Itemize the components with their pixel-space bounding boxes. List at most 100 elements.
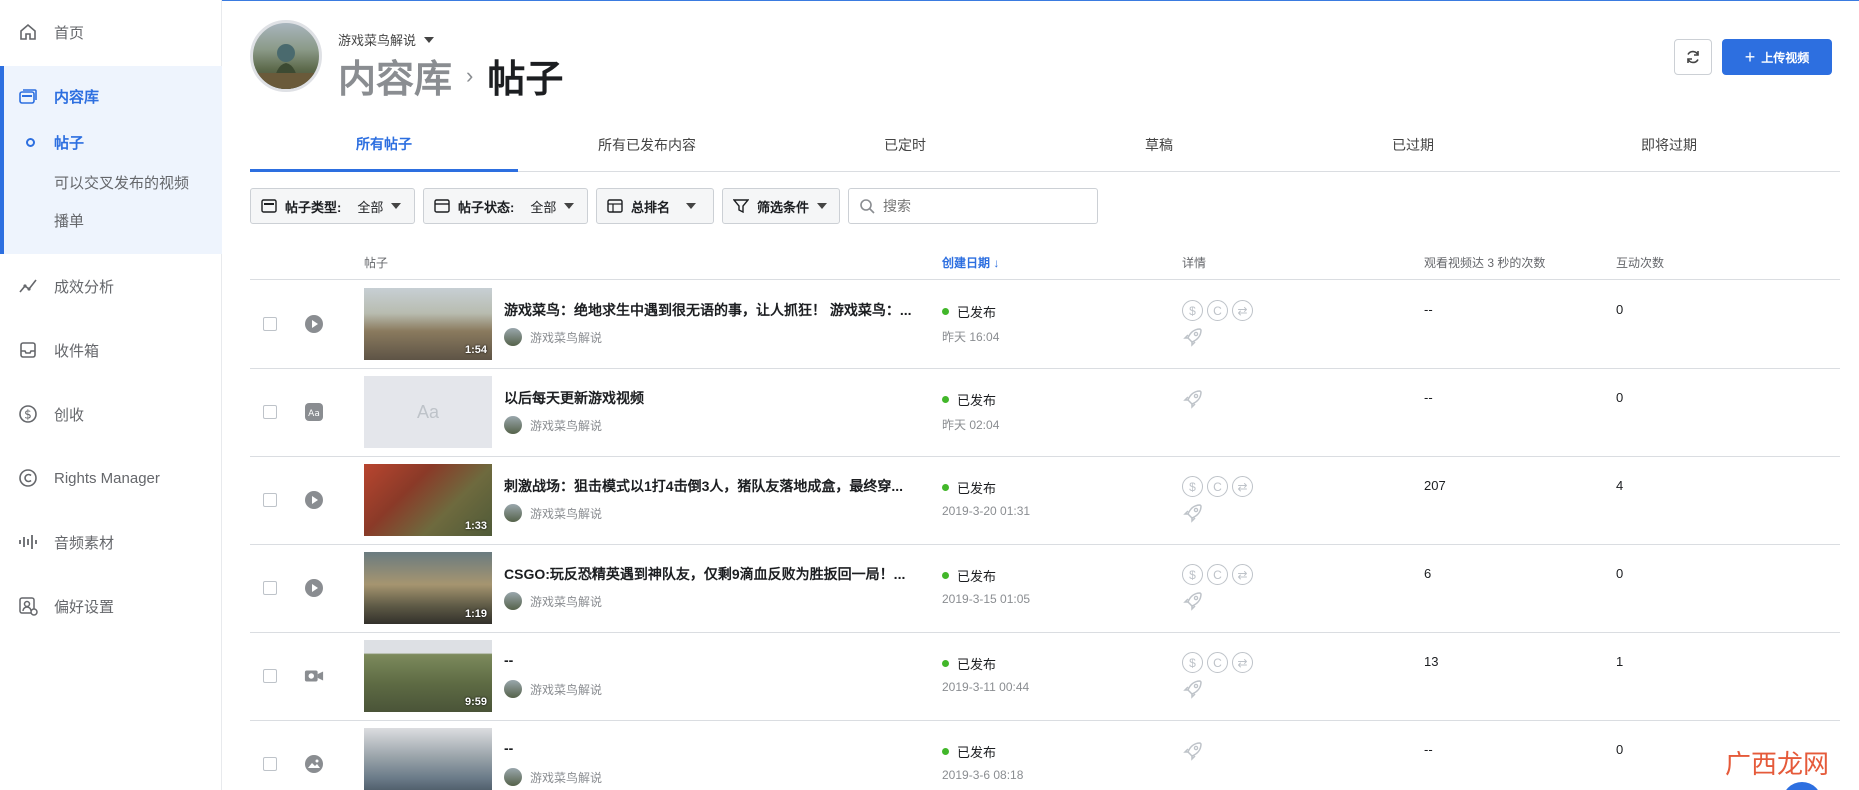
sidebar-item-content-library[interactable]: 内容库 (0, 76, 222, 116)
video-duration: 1:19 (464, 608, 487, 620)
row-checkbox[interactable] (263, 757, 277, 771)
post-title[interactable]: CSGO:玩反恐精英遇到神队友，仅剩9滴血反败为胜扳回一局！... (504, 564, 914, 584)
sidebar-item-home[interactable]: 首页 (0, 12, 222, 52)
post-status-label: 帖子状态: (458, 199, 515, 215)
breadcrumb-parent[interactable]: 内容库 (338, 48, 452, 103)
status-badge: 已发布 (942, 742, 996, 761)
page-name-selector[interactable]: 游戏菜鸟解说 (338, 30, 435, 49)
table-row[interactable]: 9:59 -- 游戏菜鸟解说 已发布 2019-3-11 00:44 $ C ⇄… (250, 632, 1840, 721)
boost-rocket-icon[interactable] (1182, 740, 1204, 767)
dollar-icon: $ (17, 403, 39, 425)
table-row[interactable]: 1:33 刺激战场：狙击模式以1打4击倒3人，猪队友落地成盒，最终穿... 游戏… (250, 456, 1840, 545)
refresh-button[interactable] (1674, 39, 1712, 75)
tab-all-published[interactable]: 所有已发布内容 (518, 118, 776, 172)
ranking-filter[interactable]: 总排名 (596, 188, 714, 224)
sidebar-item-insights[interactable]: 成效分析 (0, 266, 222, 306)
tab-all-posts[interactable]: 所有帖子 (250, 118, 518, 172)
sidebar-item-sound-collection[interactable]: 音频素材 (0, 522, 222, 562)
author-avatar (504, 768, 522, 786)
svg-text:$: $ (24, 408, 32, 422)
post-status-filter[interactable]: 帖子状态: 全部 (423, 188, 588, 224)
table-row[interactable]: Aa Aa 以后每天更新游戏视频 游戏菜鸟解说 已发布 昨天 02:04 -- … (250, 368, 1840, 457)
status-badge: 已发布 (942, 654, 996, 673)
views-count: -- (1424, 390, 1433, 405)
sidebar-item-rights-manager[interactable]: Rights Manager (0, 458, 222, 498)
interactions-count: 1 (1616, 654, 1624, 669)
caret-down-icon (686, 203, 697, 209)
table-row[interactable]: 1:54 游戏菜鸟：绝地求生中遇到很无语的事，让人抓狂！ 游戏菜鸟：... 游戏… (250, 280, 1840, 369)
search-box[interactable] (848, 188, 1098, 224)
dollar-icon: $ (1182, 652, 1203, 673)
page-name: 游戏菜鸟解说 (338, 33, 417, 48)
author-name: 游戏菜鸟解说 (530, 682, 603, 697)
post-title[interactable]: 刺激战场：狙击模式以1打4击倒3人，猪队友落地成盒，最终穿... (504, 476, 914, 496)
refresh-icon (1687, 50, 1699, 64)
breadcrumb: 内容库 › 帖子 (338, 48, 563, 103)
column-header-interactions[interactable]: 互动次数 (1616, 254, 1664, 271)
status-text: 已发布 (957, 569, 997, 584)
sidebar-subitem-posts[interactable]: 帖子 (54, 132, 84, 153)
video-duration: 1:33 (464, 520, 487, 532)
boost-rocket-icon[interactable] (1182, 326, 1204, 353)
post-status-icon (434, 199, 450, 213)
post-type-value: 全部 (357, 199, 384, 215)
post-thumbnail[interactable] (364, 728, 492, 790)
post-thumbnail[interactable]: Aa (364, 376, 492, 448)
row-checkbox[interactable] (263, 405, 277, 419)
sidebar-item-settings[interactable]: 偏好设置 (0, 586, 222, 626)
inbox-icon (17, 339, 39, 361)
created-date: 2019-3-20 01:31 (942, 504, 1031, 518)
row-checkbox[interactable] (263, 317, 277, 331)
status-text: 已发布 (957, 393, 997, 408)
upload-video-button[interactable]: + 上传视频 (1722, 39, 1832, 75)
table-row[interactable]: 1:19 CSGO:玩反恐精英遇到神队友，仅剩9滴血反败为胜扳回一局！... 游… (250, 544, 1840, 633)
post-thumbnail[interactable]: 1:54 (364, 288, 492, 360)
post-status-value: 全部 (530, 199, 557, 215)
boost-rocket-icon[interactable] (1182, 388, 1204, 415)
post-thumbnail[interactable]: 9:59 (364, 640, 492, 712)
post-thumbnail[interactable]: 1:33 (364, 464, 492, 536)
boost-rocket-icon[interactable] (1182, 678, 1204, 705)
boost-rocket-icon[interactable] (1182, 502, 1204, 529)
row-checkbox[interactable] (263, 581, 277, 595)
monetization-badges: $ C ⇄ (1182, 476, 1253, 497)
post-title[interactable]: -- (504, 652, 914, 668)
breadcrumb-separator-icon: › (466, 62, 474, 88)
sidebar-subitem-playlists[interactable]: 播单 (54, 210, 84, 231)
crosspost-icon: ⇄ (1232, 300, 1253, 321)
caret-down-icon (424, 36, 435, 43)
table-row[interactable]: -- 游戏菜鸟解说 已发布 2019-3-6 08:18 -- 0 (250, 720, 1840, 790)
row-checkbox[interactable] (263, 669, 277, 683)
conditions-filter[interactable]: 筛选条件 (722, 188, 840, 224)
tab-expiring-soon[interactable]: 即将过期 (1542, 118, 1796, 172)
interactions-count: 0 (1616, 566, 1624, 581)
column-header-created[interactable]: 创建日期 ↓ (942, 254, 999, 271)
status-text: 已发布 (957, 305, 997, 320)
ranking-label: 总排名 (631, 199, 671, 215)
tab-scheduled[interactable]: 已定时 (776, 118, 1034, 172)
text-post-icon: Aa (304, 402, 324, 422)
status-badge: 已发布 (942, 478, 996, 497)
published-dot-icon (942, 572, 949, 579)
post-thumbnail[interactable]: 1:19 (364, 552, 492, 624)
play-icon (304, 490, 324, 510)
column-header-post: 帖子 (364, 256, 389, 270)
boost-rocket-icon[interactable] (1182, 590, 1204, 617)
tab-drafts[interactable]: 草稿 (1034, 118, 1284, 172)
svg-text:Aa: Aa (308, 409, 320, 419)
post-title[interactable]: 游戏菜鸟：绝地求生中遇到很无语的事，让人抓狂！ 游戏菜鸟：... (504, 300, 914, 320)
post-title[interactable]: 以后每天更新游戏视频 (504, 388, 914, 408)
post-type-label: 帖子类型: (285, 199, 342, 215)
sidebar-subitem-crosspost[interactable]: 可以交叉发布的视频 (54, 172, 189, 193)
sidebar-item-inbox[interactable]: 收件箱 (0, 330, 222, 370)
tab-expired[interactable]: 已过期 (1284, 118, 1542, 172)
row-checkbox[interactable] (263, 493, 277, 507)
post-title[interactable]: -- (504, 740, 914, 756)
column-header-views[interactable]: 观看视频达 3 秒的次数 (1424, 254, 1545, 271)
photo-icon (304, 754, 324, 774)
search-input[interactable] (883, 198, 1083, 214)
views-count: 13 (1424, 654, 1439, 669)
page-avatar[interactable] (250, 20, 322, 92)
sidebar-item-monetization[interactable]: $ 创收 (0, 394, 222, 434)
post-type-filter[interactable]: 帖子类型: 全部 (250, 188, 415, 224)
